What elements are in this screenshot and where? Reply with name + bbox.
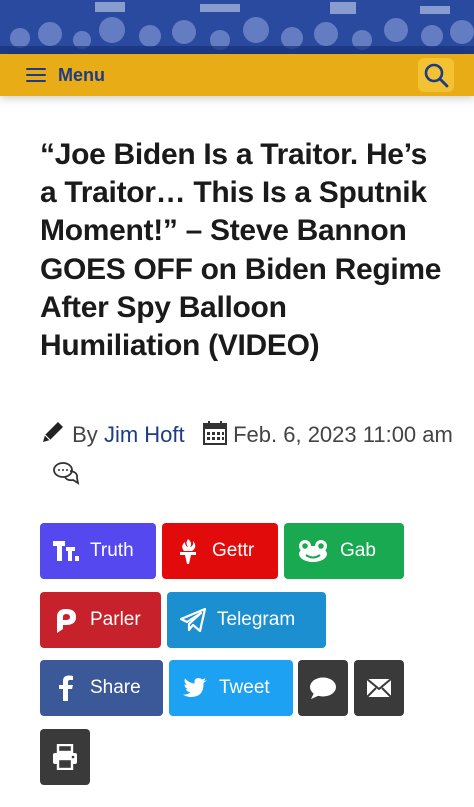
twitter-icon	[181, 674, 209, 702]
crowd-banner-image	[0, 0, 474, 54]
comments-icon[interactable]	[52, 461, 80, 485]
comment-button[interactable]	[298, 660, 348, 716]
menu-label: Menu	[58, 64, 105, 85]
gettr-icon	[174, 537, 202, 565]
twitter-share-button[interactable]: Tweet	[169, 660, 293, 716]
parler-label: Parler	[90, 609, 141, 630]
twitter-label: Tweet	[219, 677, 270, 698]
author-link[interactable]: Jim Hoft	[104, 422, 185, 447]
truth-label: Truth	[90, 540, 134, 561]
facebook-share-button[interactable]: Share	[40, 660, 163, 716]
telegram-share-button[interactable]: Telegram	[167, 592, 326, 648]
article-title: “Joe Biden Is a Traitor. He’s a Traitor……	[40, 138, 442, 363]
search-icon	[424, 63, 449, 88]
nav-bar: Menu	[0, 54, 474, 96]
calendar-icon	[202, 421, 227, 445]
publish-date: Feb. 6, 2023 11:00 am	[233, 422, 453, 447]
hamburger-icon	[26, 68, 46, 83]
gab-share-button[interactable]: Gab	[284, 523, 404, 579]
header-banner	[0, 0, 474, 54]
email-icon	[365, 674, 393, 702]
telegram-label: Telegram	[217, 609, 296, 630]
truth-share-button[interactable]: Truth	[40, 523, 156, 579]
menu-button[interactable]: Menu	[26, 62, 105, 88]
search-button[interactable]	[418, 58, 454, 92]
print-icon	[51, 743, 79, 771]
comment-icon	[309, 674, 337, 702]
by-label: By	[72, 422, 98, 447]
parler-share-button[interactable]: Parler	[40, 592, 161, 648]
truth-icon	[52, 537, 80, 565]
article-meta: By Jim Hoft Feb. 6, 2023 11:00 am	[40, 415, 460, 495]
email-button[interactable]	[354, 660, 404, 716]
gettr-label: Gettr	[212, 540, 255, 561]
gab-label: Gab	[340, 540, 376, 561]
telegram-icon	[179, 606, 207, 634]
facebook-icon	[52, 674, 80, 702]
gettr-share-button[interactable]: Gettr	[162, 523, 278, 579]
facebook-label: Share	[90, 677, 141, 698]
parler-icon	[52, 606, 80, 634]
pencil-icon	[43, 422, 63, 442]
gab-icon	[296, 537, 330, 565]
print-button[interactable]	[40, 729, 90, 785]
